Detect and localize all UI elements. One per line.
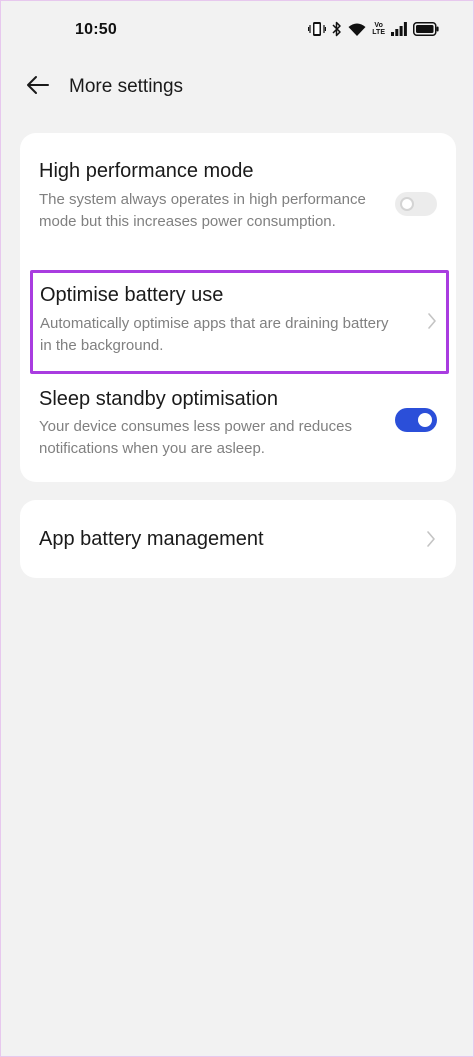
back-button[interactable] [21, 71, 55, 103]
sleep-standby-optimisation-title: Sleep standby optimisation [39, 388, 279, 410]
high-performance-mode-description: The system always operates in high perfo… [39, 191, 366, 230]
volte-label-top: Vo [374, 22, 383, 29]
optimise-battery-use-title: Optimise battery use [40, 284, 224, 306]
sleep-standby-optimisation-description: Your device consumes less power and redu… [39, 418, 352, 457]
page-title: More settings [69, 76, 184, 97]
app-battery-management-title: App battery management [39, 528, 264, 550]
battery-icon [413, 22, 439, 36]
optimise-battery-use-description: Automatically optimise apps that are dra… [40, 315, 389, 354]
battery-settings-card: High performance mode The system always … [20, 133, 456, 482]
bluetooth-icon [332, 21, 342, 37]
status-bar: 10:50 Vo LTE [1, 1, 473, 57]
app-battery-card: App battery management [20, 500, 456, 578]
toggle-knob [400, 197, 414, 211]
status-time: 10:50 [75, 21, 117, 38]
chevron-right-icon [425, 311, 439, 331]
wifi-icon [348, 22, 366, 37]
chevron-right-icon [424, 529, 438, 549]
volte-icon: Vo LTE [372, 22, 385, 36]
high-performance-mode-toggle[interactable] [395, 192, 437, 216]
optimise-battery-use-row[interactable]: Optimise battery use Automatically optim… [30, 270, 449, 374]
sleep-standby-optimisation-row[interactable]: Sleep standby optimisation Your device c… [20, 381, 456, 482]
arrow-left-icon [26, 75, 50, 100]
sleep-standby-optimisation-toggle[interactable] [395, 408, 437, 432]
high-performance-mode-title: High performance mode [39, 160, 254, 182]
app-battery-management-row[interactable]: App battery management [20, 500, 456, 578]
toggle-knob [418, 413, 432, 427]
volte-label-bottom: LTE [372, 29, 385, 36]
vibrate-icon [308, 21, 327, 37]
status-icons: Vo LTE [308, 20, 439, 38]
signal-icon [391, 22, 407, 36]
high-performance-mode-row[interactable]: High performance mode The system always … [20, 133, 456, 263]
top-app-bar: More settings [1, 65, 473, 109]
